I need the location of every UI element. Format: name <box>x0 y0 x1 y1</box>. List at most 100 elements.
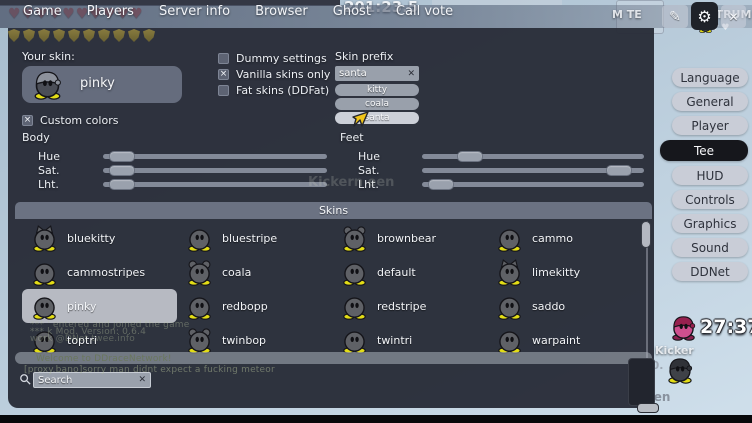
slider-handle[interactable] <box>457 151 483 162</box>
skin-item-cammostripes[interactable]: cammostripes <box>22 255 177 289</box>
checkbox-box[interactable]: × <box>22 115 33 126</box>
slider-handle[interactable] <box>606 165 632 176</box>
skin-prefix-option-santa[interactable]: santa <box>335 112 419 124</box>
skin-item-pinky[interactable]: pinky <box>22 289 177 323</box>
shield-icon <box>143 29 155 42</box>
background-nameplate: Kickern een <box>308 175 394 190</box>
fat-skins-checkbox[interactable]: Fat skins (DDFat) <box>218 84 329 97</box>
skin-item-redstripe[interactable]: redstripe <box>332 289 487 323</box>
skin-item-default[interactable]: default <box>332 255 487 289</box>
tab-graphics[interactable]: Graphics <box>672 214 748 233</box>
skin-name: redbopp <box>222 300 268 313</box>
slider-handle[interactable] <box>109 151 135 162</box>
tab-sound[interactable]: Sound <box>672 238 748 257</box>
tab-general[interactable]: General <box>672 92 748 111</box>
skin-item-coala[interactable]: coala <box>177 255 332 289</box>
console-resize-handle[interactable] <box>637 403 659 413</box>
skin-prefix-options: kitty coala santa <box>335 84 419 124</box>
skin-prefix-value: santa <box>339 68 407 79</box>
clear-search-icon[interactable]: ✕ <box>138 375 146 385</box>
tab-ddnet[interactable]: DDNet <box>672 262 748 281</box>
skin-item-bluekitty[interactable]: bluekitty <box>22 221 177 255</box>
screen: 201:23.5 ♥♥♥♥♥♥♥♥♥♥ GamePlayersServer in… <box>0 0 752 423</box>
feet-sat-slider[interactable] <box>422 168 644 173</box>
slider-handle[interactable] <box>109 165 135 176</box>
skins-list-header: Skins <box>15 202 652 219</box>
menu-item-game[interactable]: Game <box>23 4 62 19</box>
shield-icon <box>38 29 50 42</box>
body-lht-slider[interactable] <box>103 182 327 187</box>
skin-name: saddo <box>532 300 565 313</box>
tee-avatar <box>496 327 523 354</box>
your-skin-label: Your skin: <box>22 50 75 63</box>
feet-hue-slider[interactable] <box>422 154 644 159</box>
feet-label: Feet <box>340 131 646 144</box>
skin-name: cammo <box>532 232 573 245</box>
mouse-cursor-icon <box>352 110 370 128</box>
dummy-settings-checkbox[interactable]: Dummy settings <box>218 52 327 65</box>
your-skin-tee-avatar <box>32 69 63 100</box>
body-label: Body <box>22 131 338 144</box>
your-skin-name: pinky <box>80 76 115 91</box>
slider-label: Sat. <box>22 164 82 177</box>
skin-item-bluestripe[interactable]: bluestripe <box>177 221 332 255</box>
checkbox-box[interactable]: × <box>218 69 229 80</box>
tab-controls[interactable]: Controls <box>672 190 748 209</box>
shield-icon <box>68 29 80 42</box>
tee-avatar <box>341 293 368 320</box>
custom-colors-checkbox[interactable]: ×Custom colors <box>22 114 118 127</box>
menu-item-ghost[interactable]: Ghost <box>333 4 371 19</box>
vanilla-skins-checkbox[interactable]: ×Vanilla skins only <box>218 68 330 81</box>
console-box <box>628 358 655 406</box>
feet-lht-slider[interactable] <box>422 182 644 187</box>
tab-tee[interactable]: Tee <box>660 140 748 161</box>
tee-avatar <box>186 259 213 286</box>
skin-item-redbopp[interactable]: redbopp <box>177 289 332 323</box>
skin-item-saddo[interactable]: saddo <box>487 289 642 323</box>
shield-icon <box>53 29 65 42</box>
skin-name: redstripe <box>377 300 426 313</box>
slider-handle[interactable] <box>109 179 135 190</box>
body-sat-slider[interactable] <box>103 168 327 173</box>
shield-icon <box>113 29 125 42</box>
slider-label: Hue <box>22 150 82 163</box>
chat-line: work @DNet twee.info <box>30 334 135 344</box>
skin-name: default <box>377 266 416 279</box>
tab-language[interactable]: Language <box>672 68 748 87</box>
skin-prefix-input[interactable]: santa ✕ <box>335 66 419 81</box>
tab-player[interactable]: Player <box>672 116 748 135</box>
body-sliders: HueSat.Lht. <box>22 149 338 191</box>
your-skin-box[interactable]: pinky <box>22 66 182 103</box>
tee-avatar <box>496 225 523 252</box>
skin-name: warpaint <box>532 334 580 347</box>
close-button[interactable]: ✕ <box>721 5 746 28</box>
skin-item-brownbear[interactable]: brownbear <box>332 221 487 255</box>
checkbox-box[interactable] <box>218 53 229 64</box>
tee-avatar <box>496 259 523 286</box>
skin-item-cammo[interactable]: cammo <box>487 221 642 255</box>
menu-item-players[interactable]: Players <box>87 4 134 19</box>
clear-prefix-icon[interactable]: ✕ <box>407 69 415 79</box>
body-hue-slider[interactable] <box>103 154 327 159</box>
menu-item-call-vote[interactable]: Call vote <box>396 4 453 19</box>
tee-avatar <box>31 293 58 320</box>
tab-hud[interactable]: HUD <box>672 166 748 185</box>
skin-name: bluestripe <box>222 232 277 245</box>
tee-avatar <box>341 259 368 286</box>
skin-item-limekitty[interactable]: limekitty <box>487 255 642 289</box>
tee-avatar <box>341 327 368 354</box>
menu-item-server-info[interactable]: Server info <box>159 4 230 19</box>
skins-scrollbar-handle[interactable] <box>641 221 651 248</box>
checkbox-box[interactable] <box>218 85 229 96</box>
slider-label: Hue <box>340 150 382 163</box>
slider-handle[interactable] <box>428 179 454 190</box>
skin-prefix-option-kitty[interactable]: kitty <box>335 84 419 96</box>
menu-item-browser[interactable]: Browser <box>255 4 308 19</box>
letterbox-bar <box>0 415 752 423</box>
editor-button[interactable]: ✎ <box>662 5 688 28</box>
settings-button[interactable]: ⚙ <box>691 2 718 30</box>
search-input[interactable] <box>38 375 138 386</box>
tee-avatar <box>31 225 58 252</box>
skin-prefix-option-coala[interactable]: coala <box>335 98 419 110</box>
gear-icon: ⚙ <box>697 7 711 26</box>
